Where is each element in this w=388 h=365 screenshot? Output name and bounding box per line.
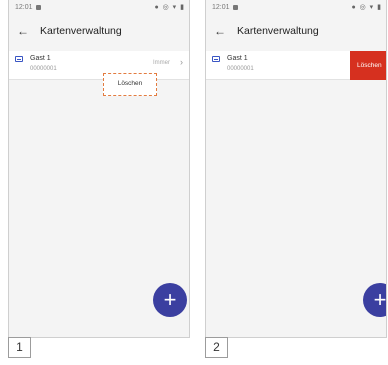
phone-screen-1: 12:01 ● ◎ ▾ ▮ ← Kartenverwaltung Gast 1 … bbox=[8, 0, 190, 338]
status-bar: 12:01 ● ◎ ▾ ▮ bbox=[9, 0, 189, 16]
status-time: 12:01 bbox=[15, 4, 33, 11]
add-card-button[interactable]: + bbox=[363, 283, 386, 317]
card-number: 00000001 bbox=[227, 66, 254, 72]
status-time: 12:01 bbox=[212, 4, 230, 11]
step-label-2: 2 bbox=[205, 337, 228, 358]
card-number: 00000001 bbox=[30, 66, 57, 72]
back-arrow-icon[interactable]: ← bbox=[212, 23, 228, 39]
page-title: Kartenverwaltung bbox=[40, 25, 122, 37]
page-title: Kartenverwaltung bbox=[237, 25, 319, 37]
step-label-1: 1 bbox=[8, 337, 31, 358]
sim-icon bbox=[36, 5, 41, 10]
app-bar: ← Kartenverwaltung bbox=[9, 16, 189, 50]
card-icon bbox=[212, 56, 220, 62]
delete-menu-item[interactable]: Löschen bbox=[104, 80, 156, 87]
add-card-button[interactable]: + bbox=[153, 283, 187, 317]
status-bar: 12:01 ● ◎ ▾ ▮ bbox=[206, 0, 386, 16]
back-arrow-icon[interactable]: ← bbox=[15, 23, 31, 39]
chevron-right-icon: › bbox=[180, 57, 183, 67]
card-name: Gast 1 bbox=[30, 55, 51, 62]
card-list-item[interactable]: Gast 1 00000001 Immer › bbox=[9, 51, 189, 80]
card-list-item[interactable]: Gast 1 00000001 bbox=[206, 51, 350, 80]
sim-icon bbox=[233, 5, 238, 10]
app-bar: ← Kartenverwaltung bbox=[206, 16, 386, 50]
status-icons: ● ◎ ▾ ▮ bbox=[351, 4, 382, 11]
status-icons: ● ◎ ▾ ▮ bbox=[154, 4, 185, 11]
card-validity: Immer bbox=[153, 60, 170, 66]
phone-screen-2: 12:01 ● ◎ ▾ ▮ ← Kartenverwaltung Gast 1 … bbox=[205, 0, 387, 338]
delete-button[interactable]: Löschen bbox=[350, 51, 386, 80]
card-icon bbox=[15, 56, 23, 62]
context-menu: Löschen bbox=[103, 73, 157, 96]
card-name: Gast 1 bbox=[227, 55, 248, 62]
